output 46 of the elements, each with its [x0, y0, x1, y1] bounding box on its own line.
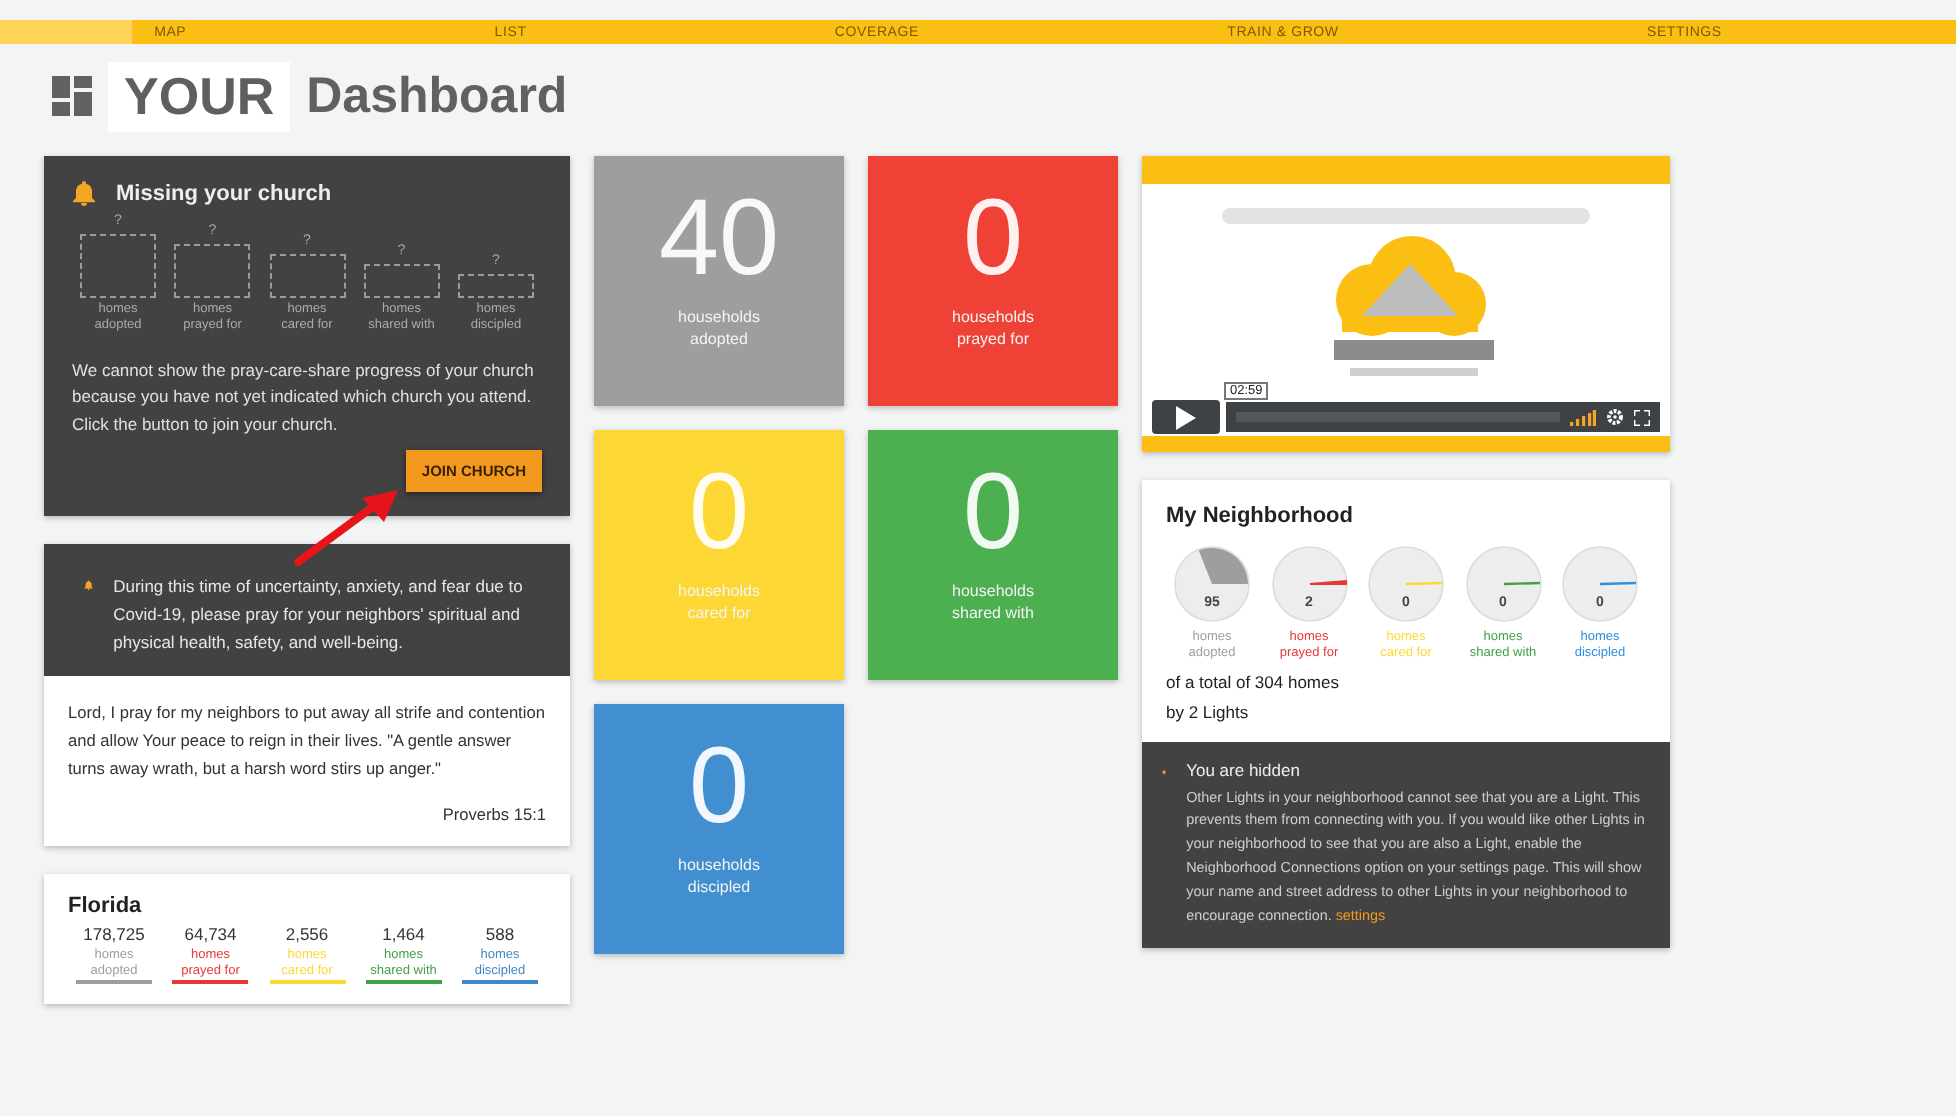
fullscreen-icon[interactable]	[1634, 409, 1650, 425]
placeholder-box	[80, 234, 156, 298]
placeholder-box	[174, 244, 251, 298]
placeholder-box	[458, 274, 534, 298]
tile-number: 40	[658, 184, 780, 292]
pie-chart	[1463, 544, 1543, 624]
alert-text: During this time of uncertainty, anxiety, and fear due to Covid-19, please pray for your neighbors' spiritual and physical health, safety, and well-being.	[113, 574, 525, 657]
prayer-text: Lord, I pray for my neighbors to put away all strife and contention and allow Your peace to reign in their lives. "A gentle answer turns away wrath, but a harsh word stirs up anger."	[68, 700, 546, 782]
pie-chart	[1366, 544, 1446, 624]
lights-text: by 2 Lights	[1166, 701, 1251, 722]
tile-label: households shared with	[952, 582, 1034, 626]
arrow	[294, 486, 402, 566]
tile-number: 0	[962, 458, 1024, 566]
banner-title: You are hidden	[1186, 759, 1302, 780]
settings-icon[interactable]	[1606, 408, 1624, 426]
volume-icon[interactable]	[1570, 409, 1596, 425]
state-name: Florida	[68, 894, 144, 919]
tile-number: 0	[688, 732, 750, 840]
play-button[interactable]	[1152, 400, 1220, 434]
play-icon	[1176, 405, 1196, 429]
pie-chart	[1560, 544, 1640, 624]
card-title: Missing your church	[116, 181, 332, 205]
page-title: Dashboard	[306, 67, 568, 125]
stat-value: 64,734	[184, 924, 237, 945]
tile-label: households adopted	[678, 308, 760, 352]
stat-value: 178,725	[83, 924, 145, 945]
pie-chart	[1269, 544, 1349, 624]
placeholder-box	[363, 264, 440, 298]
placeholder-box	[269, 254, 345, 298]
card-title: My Neighborhood	[1166, 504, 1355, 528]
dashboard-icon	[52, 76, 92, 116]
title-highlight: YOUR	[108, 61, 291, 131]
pie-chart	[1172, 544, 1252, 624]
stat-value: 2,556	[285, 924, 329, 945]
verse-reference: Proverbs 15:1	[440, 802, 546, 829]
tile-label: households cared for	[678, 582, 760, 626]
tile-number: 0	[688, 458, 750, 566]
stat-value: 1,464	[382, 924, 425, 945]
tile-number: 0	[962, 184, 1024, 292]
stat-value: 588	[485, 924, 515, 945]
total-text: of a total of 304 homes	[1166, 671, 1341, 692]
message-text: We cannot show the pray-care-share progress of your church because you have not yet indicated which church you attend. Click the button to join your church.	[72, 357, 536, 438]
tile-label: households discipled	[678, 856, 760, 900]
bell-icon	[72, 180, 96, 206]
logo-area	[0, 20, 132, 44]
tile-label: households prayed for	[952, 308, 1034, 352]
